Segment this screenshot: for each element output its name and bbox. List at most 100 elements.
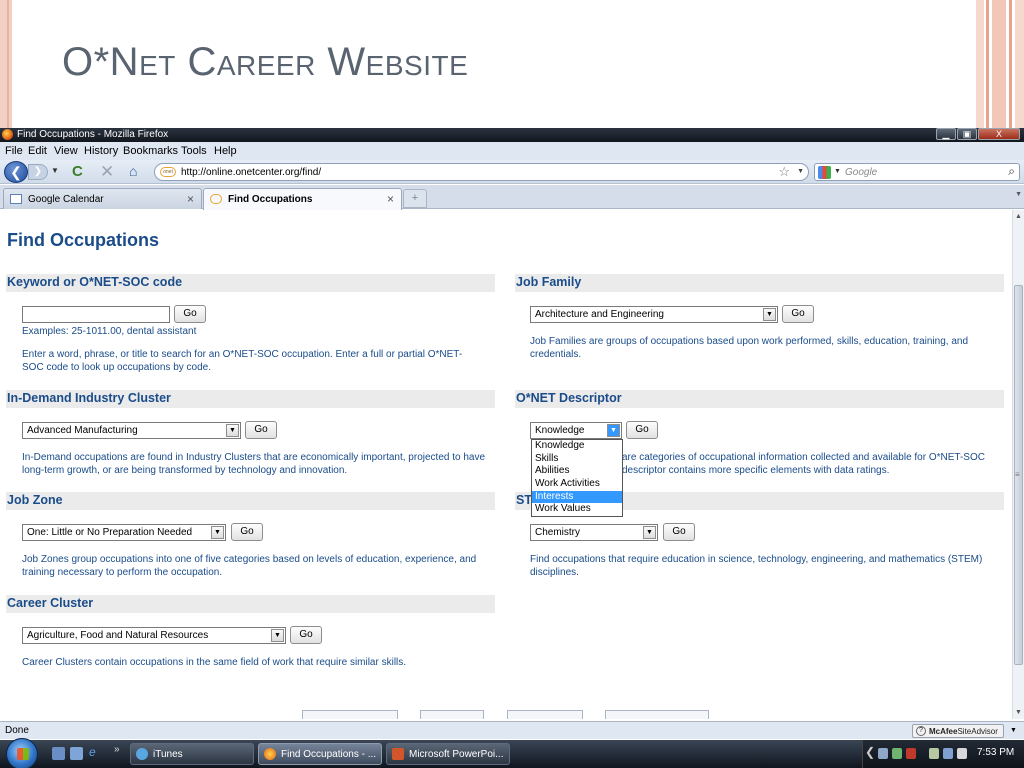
tray-network-icon[interactable] [878, 748, 888, 759]
vertical-scrollbar[interactable]: ▲ ≡ ▼ [1012, 210, 1024, 719]
menu-bookmarks[interactable]: Bookmarks [123, 145, 178, 157]
tray-expand-icon[interactable]: ❮ [865, 745, 875, 759]
stop-button[interactable]: ✕ [100, 162, 114, 182]
tab-google-calendar[interactable]: Google Calendar × [3, 188, 202, 209]
engine-dropdown-icon[interactable]: ▼ [834, 168, 841, 175]
dropdown-option-knowledge[interactable]: Knowledge [532, 440, 622, 453]
mcafee-siteadvisor-button[interactable]: ? McAfeeSiteAdvisor [912, 724, 1004, 738]
tab-close-icon[interactable]: × [187, 192, 194, 206]
mcafee-tray-icon[interactable] [906, 748, 916, 759]
tab-close-icon[interactable]: × [387, 192, 394, 206]
minimize-button[interactable]: ▁ [936, 128, 956, 140]
window-titlebar: Find Occupations - Mozilla Firefox ▁ ▣ X [0, 128, 1024, 142]
new-tab-button[interactable]: + [403, 189, 427, 208]
menu-view[interactable]: View [54, 145, 78, 157]
scroll-up-icon[interactable]: ▲ [1015, 213, 1022, 220]
forward-button[interactable]: ❯ [28, 164, 48, 180]
address-bar[interactable]: onet http://online.onetcenter.org/find/ … [154, 163, 809, 181]
quicklaunch-more-icon[interactable]: » [114, 744, 120, 755]
history-dropdown-icon[interactable]: ▼ [51, 166, 59, 175]
dropdown-option-abilities[interactable]: Abilities [532, 465, 622, 478]
close-window-button[interactable]: X [978, 128, 1020, 140]
search-bar[interactable]: ▼ Google ⌕ [814, 163, 1020, 181]
taskbar-item-powerpoint[interactable]: Microsoft PowerPoi... [386, 743, 510, 765]
slide-accent-right [976, 0, 1024, 128]
chevron-down-icon[interactable]: ▼ [226, 424, 239, 437]
page-content: Find Occupations Keyword or O*NET-SOC co… [0, 210, 1012, 719]
menu-help[interactable]: Help [214, 145, 237, 157]
browser-window: Find Occupations - Mozilla Firefox ▁ ▣ X… [0, 128, 1024, 768]
switch-windows-icon[interactable] [70, 747, 83, 760]
tray-display-icon[interactable] [943, 748, 953, 759]
onet-favicon-icon [210, 194, 222, 204]
search-placeholder[interactable]: Google [845, 167, 877, 178]
bookmark-star-icon[interactable]: ☆ [778, 164, 790, 180]
industry-select[interactable]: Advanced Manufacturing ▼ [22, 422, 241, 439]
job-zone-go-button[interactable]: Go [231, 523, 263, 541]
descriptor-go-button[interactable]: Go [626, 421, 658, 439]
stem-go-button[interactable]: Go [663, 523, 695, 541]
descriptor-select[interactable]: Knowledge ▼ [530, 422, 622, 439]
select-value: One: Little or No Preparation Needed [27, 527, 193, 538]
site-favicon-icon: onet [160, 167, 176, 177]
volume-icon[interactable] [957, 748, 967, 759]
google-engine-icon[interactable] [818, 166, 831, 179]
bottom-nav-button[interactable] [605, 710, 709, 719]
industry-go-button[interactable]: Go [245, 421, 277, 439]
reload-button[interactable]: C [72, 163, 83, 180]
career-cluster-select[interactable]: Agriculture, Food and Natural Resources … [22, 627, 286, 644]
internet-explorer-icon[interactable]: e [89, 745, 96, 759]
dropdown-option-work-activities[interactable]: Work Activities [532, 478, 622, 491]
clock[interactable]: 7:53 PM [977, 747, 1014, 758]
scroll-grip-icon: ≡ [1015, 470, 1020, 479]
start-button[interactable] [6, 738, 38, 768]
menu-file[interactable]: File [5, 145, 23, 157]
stem-description: Find occupations that require education … [530, 554, 983, 578]
taskbar-item-label: Find Occupations - ... [281, 749, 377, 760]
career-cluster-go-button[interactable]: Go [290, 626, 322, 644]
tab-find-occupations[interactable]: Find Occupations × [203, 188, 402, 210]
tray-app-icon[interactable] [892, 748, 902, 759]
job-family-select[interactable]: Architecture and Engineering ▼ [530, 306, 778, 323]
chevron-down-icon[interactable]: ▼ [607, 424, 620, 437]
job-family-go-button[interactable]: Go [782, 305, 814, 323]
dropdown-option-interests[interactable]: Interests [532, 490, 622, 504]
url-dropdown-icon[interactable]: ▼ [797, 168, 804, 175]
status-bar: Done ? McAfeeSiteAdvisor ▼ [0, 721, 1024, 739]
chevron-down-icon[interactable]: ▼ [643, 526, 656, 539]
scroll-down-icon[interactable]: ▼ [1015, 709, 1022, 716]
url-text[interactable]: http://online.onetcenter.org/find/ [181, 167, 321, 178]
calendar-icon [10, 194, 22, 204]
show-desktop-icon[interactable] [52, 747, 65, 760]
menu-edit[interactable]: Edit [28, 145, 47, 157]
tray-device-icon[interactable] [929, 748, 939, 759]
bottom-nav-button[interactable] [302, 710, 398, 719]
taskbar-item-firefox[interactable]: Find Occupations - ... [258, 743, 382, 765]
dropdown-option-work-values[interactable]: Work Values [532, 503, 622, 516]
industry-description: In-Demand occupations are found in Indus… [22, 452, 486, 476]
menu-history[interactable]: History [84, 145, 118, 157]
stem-select[interactable]: Chemistry ▼ [530, 524, 658, 541]
back-button[interactable]: ❮ [4, 161, 28, 183]
chevron-down-icon[interactable]: ▼ [763, 308, 776, 321]
keyword-input[interactable] [22, 306, 170, 323]
home-button[interactable]: ⌂ [129, 163, 137, 179]
search-icon[interactable]: ⌕ [1008, 164, 1015, 179]
dropdown-option-skills[interactable]: Skills [532, 453, 622, 466]
taskbar-item-itunes[interactable]: iTunes [130, 743, 254, 765]
status-dropdown-icon[interactable]: ▼ [1010, 727, 1017, 734]
bottom-nav-button[interactable] [507, 710, 583, 719]
navigation-toolbar: ❮ ❯ ▼ C ✕ ⌂ onet http://online.onetcente… [0, 160, 1024, 184]
itunes-icon [136, 748, 148, 760]
bottom-nav-button[interactable] [420, 710, 484, 719]
menu-tools[interactable]: Tools [181, 145, 207, 157]
chevron-down-icon[interactable]: ▼ [211, 526, 224, 539]
career-cluster-section-header: Career Cluster [6, 595, 495, 613]
keyword-examples: Examples: 25-1011.00, dental assistant [22, 326, 197, 337]
status-text: Done [5, 725, 29, 736]
job-zone-select[interactable]: One: Little or No Preparation Needed ▼ [22, 524, 226, 541]
chevron-down-icon[interactable]: ▼ [271, 629, 284, 642]
keyword-go-button[interactable]: Go [174, 305, 206, 323]
maximize-button[interactable]: ▣ [957, 128, 977, 140]
tab-list-dropdown-icon[interactable]: ▼ [1015, 191, 1022, 198]
